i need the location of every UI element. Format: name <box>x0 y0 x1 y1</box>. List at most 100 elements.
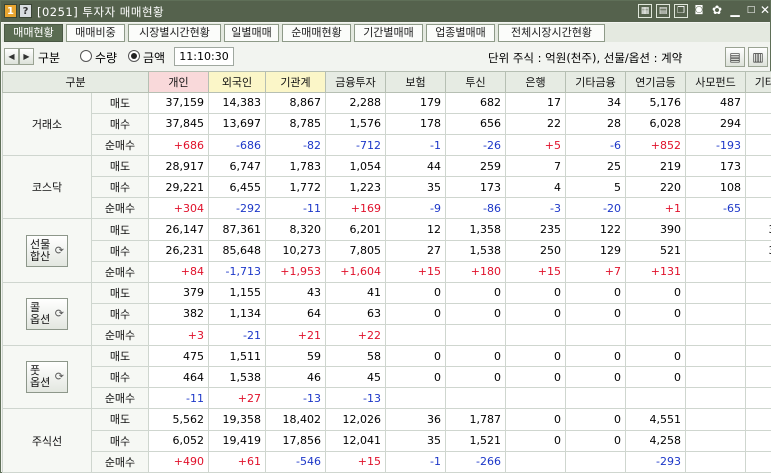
table-cell[interactable]: +84 <box>148 260 209 283</box>
table-cell[interactable]: 0 <box>445 281 506 304</box>
table-cell[interactable]: +3 <box>148 323 209 347</box>
table-cell[interactable]: -293 <box>625 450 686 473</box>
table-cell[interactable]: -266 <box>445 450 506 473</box>
table-cell[interactable]: 12 <box>385 218 446 241</box>
table-cell[interactable]: -11 <box>148 387 209 410</box>
table-cell[interactable]: 6,201 <box>325 218 386 241</box>
table-cell[interactable]: 8,785 <box>265 112 326 136</box>
table-cell[interactable]: 27 <box>385 239 446 262</box>
table-cell[interactable]: -86 <box>445 197 506 220</box>
table-cell[interactable]: 4,258 <box>625 429 686 452</box>
help-icon[interactable]: ? <box>19 4 32 18</box>
table-cell[interactable]: -1,713 <box>208 260 266 283</box>
table-cell[interactable] <box>685 387 746 410</box>
table-cell[interactable]: 5,176 <box>625 91 686 114</box>
table-cell[interactable] <box>685 323 746 347</box>
group-toggle-button[interactable]: 콜 옵션 ⟳ <box>26 297 68 330</box>
table-cell[interactable]: 475 <box>148 345 209 368</box>
table-cell[interactable]: 37,845 <box>148 112 209 136</box>
table-cell[interactable]: 108 <box>685 176 746 199</box>
maximize-icon[interactable]: □ <box>744 4 758 18</box>
table-cell[interactable]: 6,028 <box>625 112 686 136</box>
table-cell[interactable]: 5 <box>565 176 626 199</box>
table-cell[interactable] <box>685 408 746 431</box>
next-arrow-icon[interactable]: ▶ <box>19 48 34 65</box>
table-cell[interactable]: 509 <box>745 408 771 431</box>
table-cell[interactable]: -292 <box>208 197 266 220</box>
table-cell[interactable]: +7 <box>565 260 626 283</box>
table-cell[interactable]: 0 <box>565 366 626 389</box>
table-cell[interactable]: -13 <box>325 387 386 410</box>
table-cell[interactable]: -9 <box>385 197 446 220</box>
table-cell[interactable]: 85,648 <box>208 239 266 262</box>
table-cell[interactable]: 12 <box>745 366 771 389</box>
table-cell[interactable]: 17 <box>745 281 771 304</box>
table-cell[interactable] <box>685 218 746 241</box>
table-cell[interactable]: +15 <box>385 260 446 283</box>
table-cell[interactable]: 12,026 <box>325 408 386 431</box>
table-cell[interactable]: 220 <box>625 176 686 199</box>
table-cell[interactable]: -26 <box>445 134 506 157</box>
table-cell[interactable]: -13 <box>265 387 326 410</box>
tab-net-trading[interactable]: 순매매현황 <box>282 24 351 42</box>
col-header-8[interactable]: 기타금융 <box>565 71 626 93</box>
table-cell[interactable]: 122 <box>565 218 626 241</box>
table-cell[interactable]: 379 <box>148 281 209 304</box>
table-cell[interactable]: 34 <box>565 91 626 114</box>
table-cell[interactable]: 0 <box>445 345 506 368</box>
table-cell[interactable]: 361 <box>745 155 771 178</box>
col-header-gubun[interactable]: 구분 <box>2 71 149 93</box>
table-cell[interactable]: 0 <box>505 408 566 431</box>
table-cell[interactable]: 356 <box>745 176 771 199</box>
table-cell[interactable]: 59 <box>265 345 326 368</box>
close-icon[interactable]: ✕ <box>758 4 771 18</box>
table-cell[interactable]: +686 <box>148 134 209 157</box>
table-cell[interactable]: -6 <box>565 134 626 157</box>
table-cell[interactable] <box>385 323 446 347</box>
table-cell[interactable]: 7 <box>505 155 566 178</box>
table-cell[interactable]: 1,576 <box>325 112 386 136</box>
table-cell[interactable]: 294 <box>685 112 746 136</box>
table-cell[interactable]: 219 <box>625 155 686 178</box>
table-cell[interactable] <box>565 387 626 410</box>
table-cell[interactable]: 649 <box>745 91 771 114</box>
table-cell[interactable]: 0 <box>505 429 566 452</box>
table-cell[interactable]: 0 <box>385 366 446 389</box>
table-cell[interactable]: 0 <box>625 281 686 304</box>
tab-market-time-status[interactable]: 시장별시간현황 <box>128 24 221 42</box>
table-cell[interactable]: +304 <box>148 197 209 220</box>
minimize-icon[interactable]: ▁ <box>728 4 742 18</box>
screen-number-badge[interactable]: 1 <box>4 4 17 18</box>
table-cell[interactable]: 726 <box>745 112 771 136</box>
grid-icon[interactable]: ▦ <box>638 4 652 18</box>
table-cell[interactable]: 0 <box>505 281 566 304</box>
copy-icon[interactable]: ❐ <box>674 4 688 18</box>
table-cell[interactable]: 8,320 <box>265 218 326 241</box>
table-cell[interactable]: +15 <box>505 260 566 283</box>
table-cell[interactable] <box>445 387 506 410</box>
tab-period-trading[interactable]: 기간별매매 <box>354 24 423 42</box>
table-cell[interactable]: 0 <box>445 366 506 389</box>
table-cell[interactable]: 63 <box>325 302 386 326</box>
col-header-10[interactable]: 사모펀드 <box>685 71 746 93</box>
table-cell[interactable]: 4 <box>505 176 566 199</box>
tab-daily-trading[interactable]: 일별매매 <box>224 24 279 42</box>
table-cell[interactable]: +180 <box>445 260 506 283</box>
tab-sector-trading[interactable]: 업종별매매 <box>426 24 495 42</box>
col-header-2[interactable]: 외국인 <box>208 71 266 93</box>
table-cell[interactable] <box>685 345 746 368</box>
table-cell[interactable]: +5 <box>505 134 566 157</box>
table-cell[interactable] <box>625 323 686 347</box>
table-cell[interactable]: 7,805 <box>325 239 386 262</box>
table-cell[interactable]: -546 <box>265 450 326 473</box>
table-cell[interactable]: 12,041 <box>325 429 386 452</box>
table-cell[interactable] <box>445 323 506 347</box>
radio-amount[interactable] <box>128 50 140 62</box>
table-cell[interactable]: +61 <box>208 450 266 473</box>
table-cell[interactable]: 1,538 <box>445 239 506 262</box>
tab-all-market-time[interactable]: 전체시장시간현황 <box>498 24 605 42</box>
table-cell[interactable]: 390 <box>625 218 686 241</box>
table-cell[interactable]: -712 <box>325 134 386 157</box>
col-header-1[interactable]: 개인 <box>148 71 209 93</box>
table-cell[interactable]: 1,521 <box>445 429 506 452</box>
